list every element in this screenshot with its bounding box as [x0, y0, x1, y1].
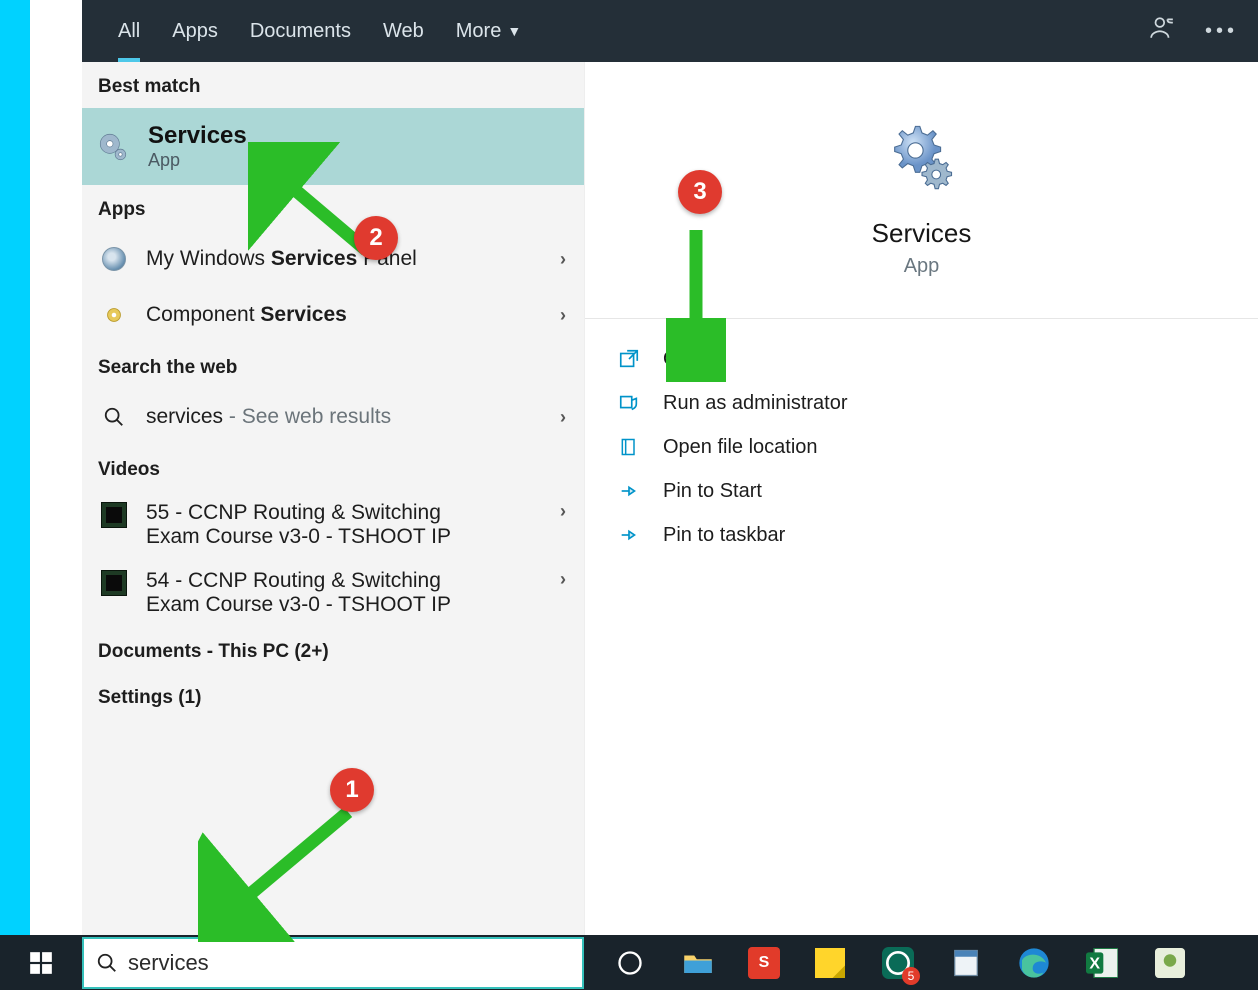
chevron-right-icon: ›	[560, 249, 566, 270]
taskbar-search-box[interactable]	[82, 937, 584, 989]
section-settings[interactable]: Settings (1)	[82, 673, 584, 719]
tab-label: Web	[383, 20, 424, 43]
chevron-right-icon: ›	[560, 569, 566, 590]
tab-label: All	[118, 20, 140, 43]
tab-web[interactable]: Web	[367, 0, 440, 62]
chevron-right-icon: ›	[560, 407, 566, 428]
tab-label: Apps	[172, 20, 218, 43]
chevron-down-icon: ▼	[507, 23, 521, 39]
action-open[interactable]: Open	[617, 337, 1258, 381]
action-run-admin[interactable]: Run as administrator	[617, 381, 1258, 425]
shield-admin-icon	[617, 391, 641, 415]
folder-location-icon	[617, 435, 641, 459]
section-best-match: Best match	[82, 62, 584, 108]
result-label: 54 - CCNP Routing & Switching Exam Cours…	[146, 569, 542, 617]
best-match-subtitle: App	[148, 150, 247, 171]
excel-icon[interactable]: X	[1084, 945, 1120, 981]
best-match-title: Services	[148, 122, 247, 150]
whatsapp-badge: 5	[902, 967, 920, 985]
more-options-icon[interactable]: •••	[1205, 20, 1238, 43]
tab-more[interactable]: More ▼	[440, 0, 537, 62]
action-pin-start[interactable]: Pin to Start	[617, 469, 1258, 513]
action-label: Open file location	[663, 436, 818, 459]
tab-all[interactable]: All	[102, 0, 156, 62]
tabs-right-controls: •••	[1149, 15, 1238, 47]
pin-taskbar-icon	[617, 523, 641, 547]
search-icon	[96, 952, 118, 974]
result-label: 55 - CCNP Routing & Switching Exam Cours…	[146, 501, 542, 549]
file-explorer-icon[interactable]	[680, 945, 716, 981]
action-label: Pin to Start	[663, 480, 762, 503]
tab-label: More	[456, 20, 502, 43]
action-open-file-location[interactable]: Open file location	[617, 425, 1258, 469]
result-label: Component Services	[146, 303, 542, 327]
section-search-web: Search the web	[82, 343, 584, 389]
account-icon[interactable]	[1149, 15, 1175, 47]
search-icon	[100, 403, 128, 431]
start-search-panel: All Apps Documents Web More ▼ ••• Best ma…	[82, 0, 1258, 935]
pin-start-icon	[617, 479, 641, 503]
preview-column: Services App Open Run as administrator	[585, 62, 1258, 935]
edge-icon[interactable]	[1016, 945, 1052, 981]
action-label: Run as administrator	[663, 392, 848, 415]
services-large-gear-icon	[887, 122, 957, 192]
video-thumb-icon	[100, 569, 128, 597]
disc-icon	[100, 245, 128, 273]
section-apps: Apps	[82, 185, 584, 231]
sticky-notes-icon[interactable]	[812, 945, 848, 981]
apps-result-component-services[interactable]: Component Services ›	[82, 287, 584, 343]
best-match-services[interactable]: Services App	[82, 108, 584, 185]
apps-result-my-windows-services-panel[interactable]: My Windows Services Panel ›	[82, 231, 584, 287]
app-icon-generic[interactable]	[1152, 945, 1188, 981]
search-body: Best match Services App Apps My Windows …	[82, 62, 1258, 935]
chevron-right-icon: ›	[560, 305, 566, 326]
video-result-54[interactable]: 54 - CCNP Routing & Switching Exam Cours…	[82, 559, 584, 627]
component-services-icon	[100, 301, 128, 329]
svg-text:X: X	[1089, 955, 1100, 972]
preview-subtitle: App	[904, 255, 940, 278]
services-gear-icon	[96, 130, 130, 164]
action-label: Pin to taskbar	[663, 524, 785, 547]
video-thumb-icon	[100, 501, 128, 529]
taskbar-pinned-apps: S 5 X	[612, 945, 1188, 981]
open-icon	[617, 347, 641, 371]
notepad-icon[interactable]	[948, 945, 984, 981]
chevron-right-icon: ›	[560, 501, 566, 522]
whatsapp-icon[interactable]: 5	[880, 945, 916, 981]
section-documents-pc[interactable]: Documents - This PC (2+)	[82, 627, 584, 673]
result-label: My Windows Services Panel	[146, 247, 542, 271]
tab-documents[interactable]: Documents	[234, 0, 367, 62]
desktop-left-strip	[0, 0, 30, 990]
snagit-icon[interactable]: S	[748, 947, 780, 979]
preview-title: Services	[872, 218, 972, 249]
video-result-55[interactable]: 55 - CCNP Routing & Switching Exam Cours…	[82, 491, 584, 559]
results-column: Best match Services App Apps My Windows …	[82, 62, 585, 935]
best-match-text: Services App	[148, 122, 247, 171]
tab-label: Documents	[250, 20, 351, 43]
start-button[interactable]	[0, 935, 82, 990]
section-videos: Videos	[82, 445, 584, 491]
taskbar-search-input[interactable]	[128, 950, 570, 976]
action-label: Open	[663, 348, 712, 371]
action-pin-taskbar[interactable]: Pin to taskbar	[617, 513, 1258, 557]
tab-apps[interactable]: Apps	[156, 0, 234, 62]
web-result-services[interactable]: services - See web results ›	[82, 389, 584, 445]
result-label: services - See web results	[146, 405, 542, 429]
search-tabs-bar: All Apps Documents Web More ▼ •••	[82, 0, 1258, 62]
taskbar: S 5 X	[0, 935, 1258, 990]
cortana-circle-icon[interactable]	[612, 945, 648, 981]
preview-actions: Open Run as administrator Open file loca…	[585, 318, 1258, 557]
